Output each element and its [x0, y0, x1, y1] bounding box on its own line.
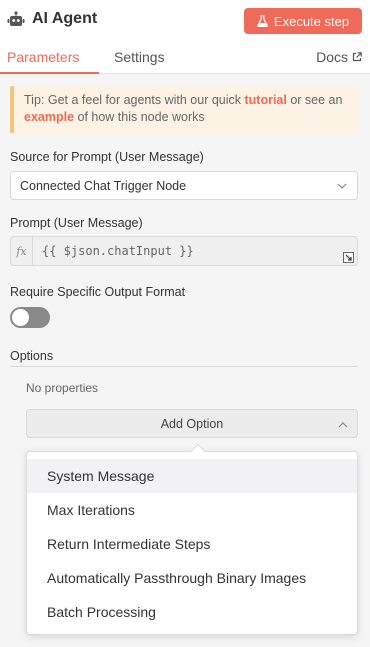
option-system-message[interactable]: System Message — [27, 459, 357, 493]
output-format-label: Require Specific Output Format — [10, 285, 186, 299]
options-label: Options — [10, 349, 54, 363]
option-return-intermediate-steps[interactable]: Return Intermediate Steps — [27, 527, 357, 561]
node-panel: AI Agent Execute step Parameters Setting… — [0, 0, 370, 647]
source-value: Connected Chat Trigger Node — [20, 179, 187, 193]
toggle-knob — [12, 309, 29, 326]
options-dropdown: System Message Max Iterations Return Int… — [26, 443, 358, 635]
options-divider — [10, 366, 358, 367]
active-tab-indicator — [0, 72, 99, 74]
execute-step-label: Execute step — [273, 13, 350, 29]
robot-icon — [7, 11, 25, 26]
tab-settings[interactable]: Settings — [114, 49, 165, 65]
docs-label: Docs — [316, 49, 348, 65]
node-title: AI Agent — [32, 10, 98, 27]
external-link-icon — [352, 52, 362, 62]
add-option-button[interactable]: Add Option — [26, 409, 358, 438]
tip-middle: or see an — [286, 93, 343, 107]
option-batch-processing[interactable]: Batch Processing — [27, 595, 357, 629]
chevron-up-icon — [338, 422, 348, 428]
tip-prefix: Tip: Get a feel for agents with our quic… — [24, 93, 245, 107]
expression-fx-icon: fx — [11, 237, 33, 265]
tab-parameters[interactable]: Parameters — [7, 49, 79, 65]
tip-callout: Tip: Get a feel for agents with our quic… — [10, 86, 358, 133]
prompt-label: Prompt (User Message) — [10, 216, 143, 230]
execute-step-button[interactable]: Execute step — [244, 8, 362, 34]
prompt-input[interactable]: fx {{ $json.chatInput }} — [10, 236, 358, 266]
tip-suffix: of how this node works — [74, 110, 205, 124]
prompt-expression: {{ $json.chatInput }} — [42, 244, 194, 258]
option-passthrough-binary-images[interactable]: Automatically Passthrough Binary Images — [27, 561, 357, 595]
add-option-label: Add Option — [160, 416, 224, 431]
output-format-toggle[interactable] — [10, 307, 50, 328]
source-label: Source for Prompt (User Message) — [10, 150, 204, 164]
no-properties-text: No properties — [26, 381, 99, 395]
panel-header: AI Agent Execute step — [0, 0, 370, 44]
tab-bar: Parameters Settings Docs — [0, 44, 370, 74]
option-max-iterations[interactable]: Max Iterations — [27, 493, 357, 527]
source-select[interactable]: Connected Chat Trigger Node — [10, 171, 358, 200]
docs-link[interactable]: Docs — [316, 49, 362, 65]
tutorial-link[interactable]: tutorial — [244, 93, 286, 107]
flask-icon — [257, 15, 268, 27]
example-link[interactable]: example — [24, 110, 74, 124]
expand-icon[interactable] — [343, 252, 354, 263]
chevron-down-icon — [337, 183, 347, 189]
